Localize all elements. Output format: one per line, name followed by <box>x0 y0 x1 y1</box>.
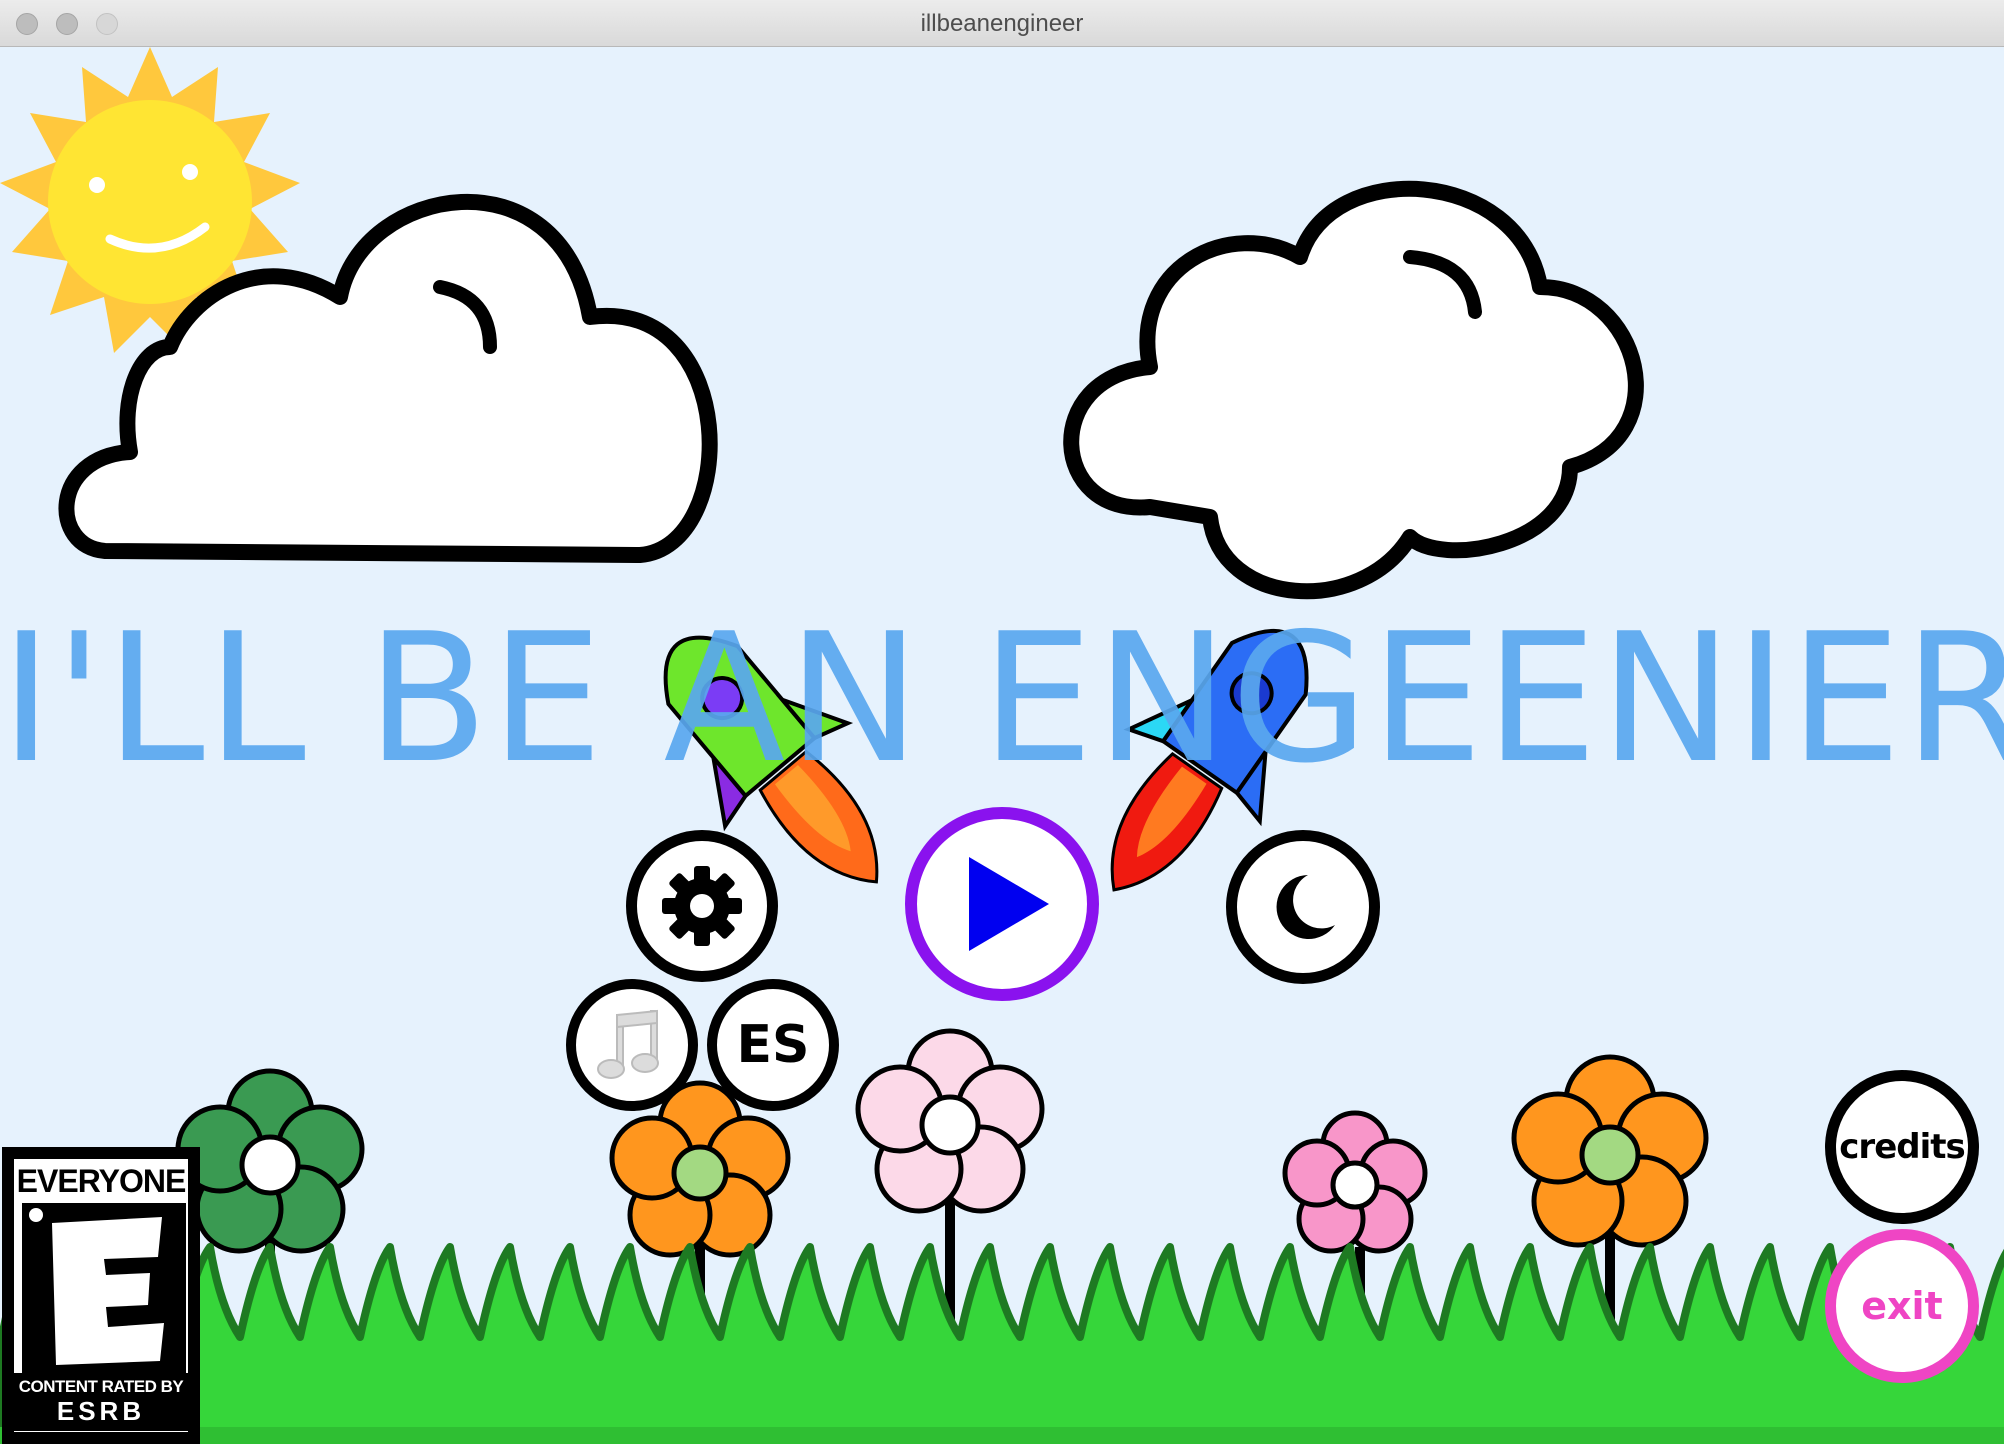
flower-pink-right <box>1282 1110 1428 1254</box>
cloud-right <box>1063 180 1644 600</box>
play-icon <box>969 857 1049 951</box>
settings-button[interactable] <box>626 830 778 982</box>
gear-icon <box>662 866 742 946</box>
grass <box>0 1243 2004 1444</box>
game-window: illbeanengineer I'LL BE AN ENGEENIER ES … <box>0 0 2004 1444</box>
flower-pink-center <box>855 1028 1045 1214</box>
rating-footer-line2: ESRB <box>56 1396 146 1426</box>
music-note-icon <box>597 1009 659 1079</box>
flower-green <box>175 1068 365 1254</box>
moon-icon <box>1276 875 1335 939</box>
game-title: I'LL BE AN ENGEENIER <box>0 595 2004 802</box>
language-button[interactable]: ES <box>707 979 839 1111</box>
exit-label: exit <box>1861 1284 1943 1328</box>
title-bar: illbeanengineer <box>0 0 2004 47</box>
rating-mark <box>22 1203 186 1373</box>
credits-button[interactable]: credits <box>1825 1070 1979 1224</box>
play-button[interactable] <box>905 807 1099 1001</box>
window-title: illbeanengineer <box>920 10 1084 37</box>
e-letter-icon <box>22 1203 186 1373</box>
exit-button[interactable]: exit <box>1825 1229 1979 1383</box>
esrb-rating-badge: EVERYONE CONTENT RATED BY ESRB <box>2 1147 200 1444</box>
rating-footer-line1: CONTENT RATED BY <box>18 1377 184 1396</box>
rating-label: EVERYONE <box>16 1163 187 1199</box>
night-mode-button[interactable] <box>1226 830 1380 984</box>
flower-orange-right <box>1511 1054 1709 1248</box>
game-scene: I'LL BE AN ENGEENIER ES credits exit <box>0 47 2004 1444</box>
rating-footer: CONTENT RATED BY ESRB <box>14 1373 188 1431</box>
music-toggle-button[interactable] <box>566 979 698 1111</box>
language-label: ES <box>736 1015 810 1075</box>
credits-label: credits <box>1839 1127 1965 1167</box>
